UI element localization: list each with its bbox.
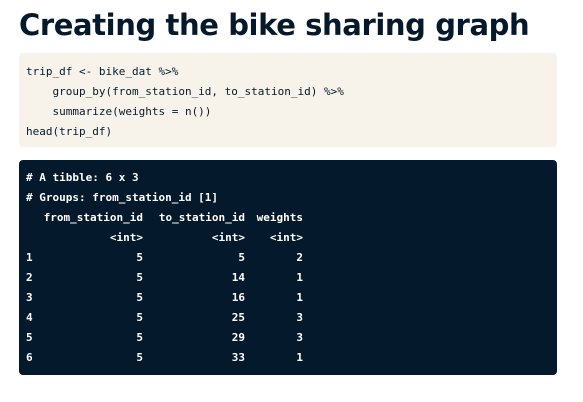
cell-to-station-id: 29 [231, 331, 245, 344]
row-index: 6 [26, 351, 33, 364]
console-output: # A tibble: 6 x 3 # Groups: from_station… [19, 160, 557, 375]
code-line: group_by(from_station_id, to_station_id)… [26, 85, 344, 98]
column-type-from-station-id: <int> [109, 231, 143, 244]
cell-weights: 1 [296, 271, 303, 284]
cell-to-station-id: 14 [231, 271, 245, 284]
cell-from-station-id: 5 [136, 331, 143, 344]
cell-to-station-id: 25 [231, 311, 245, 324]
cell-from-station-id: 5 [136, 271, 143, 284]
row-index: 5 [26, 331, 33, 344]
column-header-weights: weights [256, 211, 303, 224]
column-header-from-station-id: from_station_id [43, 211, 143, 224]
cell-weights: 1 [296, 291, 303, 304]
column-type-weights: <int> [269, 231, 303, 244]
column-type-to-station-id: <int> [211, 231, 245, 244]
code-line: trip_df <- bike_dat %>% [26, 65, 179, 78]
groups-info-line: # Groups: from_station_id [1] [26, 191, 219, 204]
cell-weights: 2 [296, 251, 303, 264]
code-line: head(trip_df) [26, 125, 113, 138]
cell-to-station-id: 33 [231, 351, 245, 364]
slide-title: Creating the bike sharing graph [19, 8, 530, 42]
cell-to-station-id: 16 [231, 291, 245, 304]
row-index: 2 [26, 271, 33, 284]
table-row: 1 5 5 2 [26, 248, 550, 268]
code-block: trip_df <- bike_dat %>% group_by(from_st… [19, 53, 557, 147]
tibble-info-line: # A tibble: 6 x 3 [26, 171, 139, 184]
table-row: 3 5 16 1 [26, 288, 550, 308]
cell-to-station-id: 5 [238, 251, 245, 264]
row-index: 4 [26, 311, 33, 324]
row-index: 1 [26, 251, 33, 264]
table-header-row: from_station_id to_station_id weights [26, 208, 550, 228]
cell-from-station-id: 5 [136, 311, 143, 324]
code-line: summarize(weights = n()) [26, 105, 212, 118]
table-row: 6 5 33 1 [26, 348, 550, 368]
column-header-to-station-id: to_station_id [158, 211, 245, 224]
table-type-row: <int> <int> <int> [26, 228, 550, 248]
cell-weights: 1 [296, 351, 303, 364]
row-index: 3 [26, 291, 33, 304]
table-row: 4 5 25 3 [26, 308, 550, 328]
cell-from-station-id: 5 [136, 351, 143, 364]
cell-from-station-id: 5 [136, 251, 143, 264]
cell-weights: 3 [296, 331, 303, 344]
cell-weights: 3 [296, 311, 303, 324]
table-row: 2 5 14 1 [26, 268, 550, 288]
table-row: 5 5 29 3 [26, 328, 550, 348]
cell-from-station-id: 5 [136, 291, 143, 304]
